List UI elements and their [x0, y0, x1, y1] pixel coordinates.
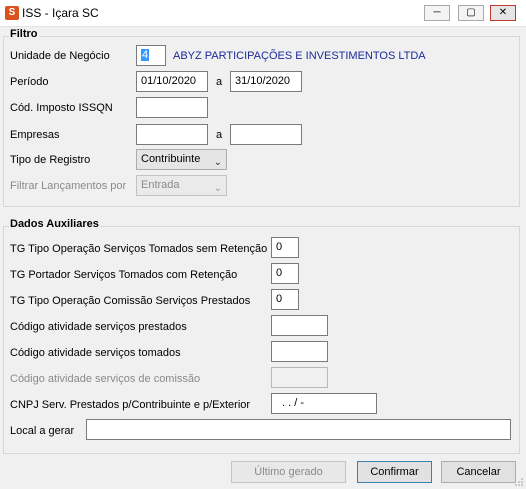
- local-input[interactable]: [86, 419, 511, 440]
- empresas-separator: a: [216, 129, 223, 141]
- empresas-to-input[interactable]: [230, 124, 302, 145]
- tg-tomados-label: TG Tipo Operação Serviços Tomados sem Re…: [10, 243, 268, 255]
- unidade-label: Unidade de Negócio: [10, 50, 110, 62]
- app-icon: S: [5, 6, 19, 20]
- cnpj-label: CNPJ Serv. Prestados p/Contribuinte e p/…: [10, 399, 251, 411]
- tg-comissao-label: TG Tipo Operação Comissão Serviços Prest…: [10, 295, 251, 307]
- cod-prestados-label: Código atividade serviços prestados: [10, 321, 187, 333]
- close-button[interactable]: ✕: [490, 5, 516, 21]
- filtrar-value: Entrada: [141, 179, 180, 191]
- cnpj-input[interactable]: . . / -: [271, 393, 377, 414]
- tg-portador-label: TG Portador Serviços Tomados com Retençã…: [10, 269, 238, 281]
- aux-title: Dados Auxiliares: [9, 218, 100, 230]
- cod-comissao-label: Código atividade serviços de comissão: [10, 373, 201, 385]
- empresas-from-input[interactable]: [136, 124, 208, 145]
- periodo-from-input[interactable]: 01/10/2020: [136, 71, 208, 92]
- resize-grip-icon[interactable]: [514, 477, 524, 487]
- minimize-icon: ─: [433, 7, 441, 18]
- cod-tomados-input[interactable]: [271, 341, 328, 362]
- tg-comissao-input[interactable]: 0: [271, 289, 299, 310]
- chevron-down-icon: ⌄: [213, 183, 222, 194]
- tg-portador-input[interactable]: 0: [271, 263, 299, 284]
- tipo-registro-select[interactable]: Contribuinte ⌄: [136, 149, 227, 170]
- maximize-button[interactable]: ▢: [458, 5, 484, 21]
- periodo-separator: a: [216, 76, 223, 88]
- tipo-registro-value: Contribuinte: [141, 153, 201, 165]
- cod-imposto-input[interactable]: [136, 97, 208, 118]
- cod-imposto-label: Cód. Imposto ISSQN: [10, 102, 113, 114]
- ultimo-gerado-button[interactable]: Último gerado: [231, 461, 346, 483]
- close-icon: ✕: [498, 7, 508, 18]
- filtro-title: Filtro: [9, 28, 39, 40]
- filtrar-select[interactable]: Entrada ⌄: [136, 175, 227, 196]
- unidade-name: ABYZ PARTICIPAÇÕES E INVESTIMENTOS LTDA: [173, 50, 426, 62]
- filtrar-label: Filtrar Lançamentos por: [10, 180, 127, 192]
- tg-tomados-input[interactable]: 0: [271, 237, 299, 258]
- confirmar-button[interactable]: Confirmar: [357, 461, 432, 483]
- maximize-icon: ▢: [466, 7, 476, 18]
- empresas-label: Empresas: [10, 129, 60, 141]
- cod-tomados-label: Código atividade serviços tomados: [10, 347, 181, 359]
- periodo-label: Período: [10, 76, 49, 88]
- cod-comissao-input[interactable]: [271, 367, 328, 388]
- periodo-to-input[interactable]: 31/10/2020: [230, 71, 302, 92]
- unidade-code-input[interactable]: 4: [136, 45, 166, 66]
- minimize-button[interactable]: ─: [424, 5, 450, 21]
- chevron-down-icon: ⌄: [213, 157, 222, 168]
- tipo-registro-label: Tipo de Registro: [10, 154, 91, 166]
- cancelar-button[interactable]: Cancelar: [441, 461, 516, 483]
- local-label: Local a gerar: [10, 425, 75, 437]
- title-bar: S ISS - Içara SC ─ ▢ ✕: [0, 0, 526, 27]
- cod-prestados-input[interactable]: [271, 315, 328, 336]
- window-title: ISS - Içara SC: [22, 6, 99, 20]
